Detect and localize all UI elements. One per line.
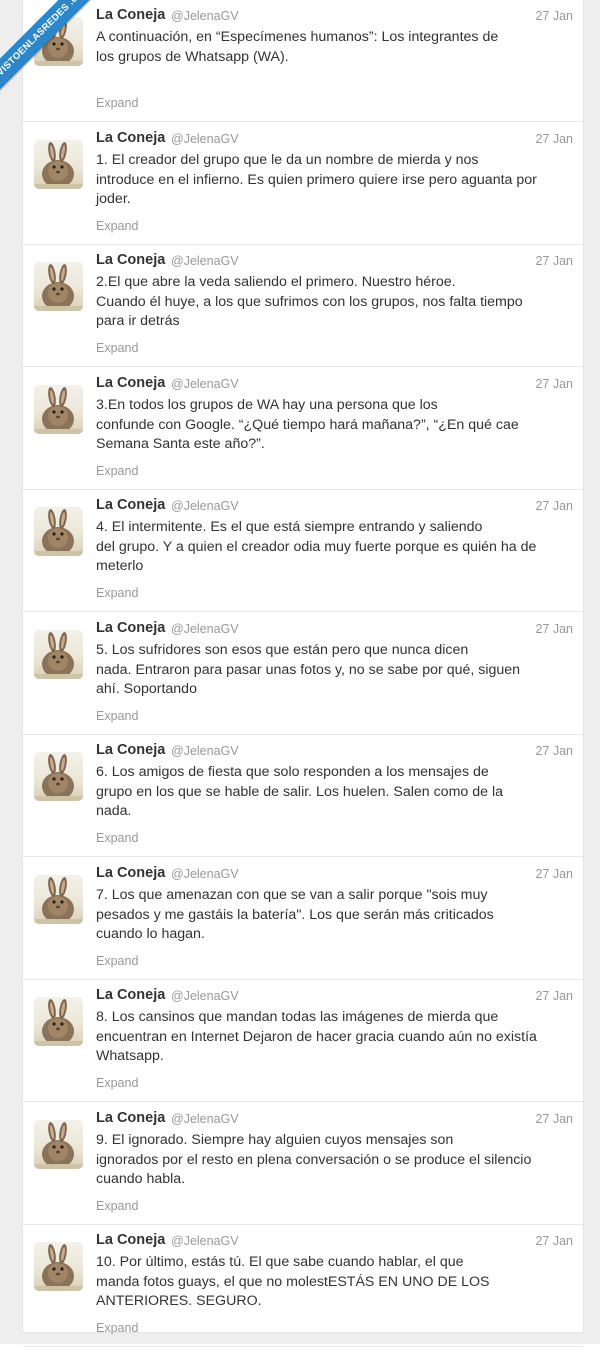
tweet-text: 8. Los cansinos que mandan todas las imá… (96, 1009, 537, 1064)
author-name[interactable]: La Coneja (96, 497, 165, 513)
author-handle[interactable]: @JelenaGV (171, 1112, 239, 1126)
rabbit-avatar-icon (34, 1244, 83, 1291)
tweet-text: 10. Por último, estás tú. El que sabe cu… (96, 1254, 490, 1309)
expand-link[interactable]: Expand (96, 709, 138, 723)
rabbit-avatar-icon (34, 754, 83, 801)
rabbit-avatar-icon (34, 509, 83, 556)
avatar[interactable] (34, 1120, 83, 1169)
avatar[interactable] (34, 997, 83, 1046)
expand-link[interactable]: Expand (96, 954, 138, 968)
expand-link[interactable]: Expand (96, 464, 138, 478)
avatar[interactable] (34, 875, 83, 924)
author-name[interactable]: La Coneja (96, 742, 165, 758)
tweet-timestamp[interactable]: 27 Jan (535, 867, 573, 881)
rabbit-avatar-icon (34, 387, 83, 434)
expand-link[interactable]: Expand (96, 831, 138, 845)
avatar[interactable] (34, 752, 83, 801)
tweet-timestamp[interactable]: 27 Jan (535, 989, 573, 1003)
author-name[interactable]: La Coneja (96, 7, 165, 23)
rabbit-avatar-icon (34, 142, 83, 189)
tweet-text: 2.El que abre la veda saliendo el primer… (96, 274, 523, 329)
tweet-11[interactable]: La Coneja @JelenaGV 27 Jan 10. Por últim… (23, 1225, 583, 1347)
author-handle[interactable]: @JelenaGV (171, 9, 239, 23)
tweet-2[interactable]: La Coneja @JelenaGV 27 Jan 1. El creador… (23, 123, 583, 245)
avatar[interactable] (34, 140, 83, 189)
tweet-4[interactable]: La Coneja @JelenaGV 27 Jan 3.En todos lo… (23, 368, 583, 490)
author-handle[interactable]: @JelenaGV (171, 744, 239, 758)
tweet-timestamp[interactable]: 27 Jan (535, 1112, 573, 1126)
author-handle[interactable]: @JelenaGV (171, 254, 239, 268)
author-handle[interactable]: @JelenaGV (171, 867, 239, 881)
tweet-timestamp[interactable]: 27 Jan (535, 744, 573, 758)
tweet-timeline: La Coneja @JelenaGV 27 Jan A continuació… (22, 0, 584, 1347)
rabbit-avatar-icon (34, 877, 83, 924)
avatar[interactable] (34, 385, 83, 434)
expand-link[interactable]: Expand (96, 1199, 138, 1213)
expand-link[interactable]: Expand (96, 341, 138, 355)
rabbit-avatar-icon (34, 632, 83, 679)
rabbit-avatar-icon (34, 999, 83, 1046)
tweet-timestamp[interactable]: 27 Jan (535, 254, 573, 268)
author-handle[interactable]: @JelenaGV (171, 499, 239, 513)
rabbit-avatar-icon (34, 1122, 83, 1169)
tweet-timestamp[interactable]: 27 Jan (535, 377, 573, 391)
tweet-timestamp[interactable]: 27 Jan (535, 499, 573, 513)
tweet-7[interactable]: La Coneja @JelenaGV 27 Jan 6. Los amigos… (23, 735, 583, 857)
author-name[interactable]: La Coneja (96, 987, 165, 1003)
tweet-timestamp[interactable]: 27 Jan (535, 132, 573, 146)
author-name[interactable]: La Coneja (96, 620, 165, 636)
tweet-text: 3.En todos los grupos de WA hay una pers… (96, 397, 519, 452)
tweet-text: 5. Los sufridores son esos que están per… (96, 642, 521, 697)
expand-link[interactable]: Expand (96, 96, 138, 110)
expand-link[interactable]: Expand (96, 1321, 138, 1335)
expand-link[interactable]: Expand (96, 1076, 138, 1090)
author-handle[interactable]: @JelenaGV (171, 989, 239, 1003)
author-name[interactable]: La Coneja (96, 252, 165, 268)
author-handle[interactable]: @JelenaGV (171, 377, 239, 391)
tweet-1[interactable]: La Coneja @JelenaGV 27 Jan A continuació… (23, 0, 583, 122)
tweet-text: 4. El intermitente. Es el que está siemp… (96, 519, 537, 574)
expand-link[interactable]: Expand (96, 586, 138, 600)
tweet-8[interactable]: La Coneja @JelenaGV 27 Jan 7. Los que am… (23, 858, 583, 980)
avatar[interactable] (34, 507, 83, 556)
author-handle[interactable]: @JelenaGV (171, 132, 239, 146)
author-handle[interactable]: @JelenaGV (171, 1234, 239, 1248)
page: VISTOENLASREDES .com La Coneja @JelenaGV… (0, 0, 600, 1347)
expand-link[interactable]: Expand (96, 219, 138, 233)
tweet-timestamp[interactable]: 27 Jan (535, 1234, 573, 1248)
author-handle[interactable]: @JelenaGV (171, 622, 239, 636)
tweet-9[interactable]: La Coneja @JelenaGV 27 Jan 8. Los cansin… (23, 980, 583, 1102)
author-name[interactable]: La Coneja (96, 1232, 165, 1248)
author-name[interactable]: La Coneja (96, 865, 165, 881)
avatar[interactable] (34, 262, 83, 311)
tweet-text: 6. Los amigos de fiesta que solo respond… (96, 764, 503, 819)
author-name[interactable]: La Coneja (96, 130, 165, 146)
tweet-10[interactable]: La Coneja @JelenaGV 27 Jan 9. El ignorad… (23, 1103, 583, 1225)
rabbit-avatar-icon (34, 264, 83, 311)
avatar[interactable] (34, 1242, 83, 1291)
tweet-5[interactable]: La Coneja @JelenaGV 27 Jan 4. El intermi… (23, 490, 583, 612)
tweet-text: 9. El ignorado. Siempre hay alguien cuyo… (96, 1132, 532, 1187)
tweet-6[interactable]: La Coneja @JelenaGV 27 Jan 5. Los sufrid… (23, 613, 583, 735)
avatar[interactable] (34, 630, 83, 679)
tweet-text: 7. Los que amenazan con que se van a sal… (96, 887, 494, 942)
author-name[interactable]: La Coneja (96, 375, 165, 391)
tweet-text: A continuación, en “Especímenes humanos”… (96, 29, 499, 65)
tweet-timestamp[interactable]: 27 Jan (535, 9, 573, 23)
tweet-text: 1. El creador del grupo que le da un nom… (96, 152, 537, 207)
tweet-timestamp[interactable]: 27 Jan (535, 622, 573, 636)
tweet-3[interactable]: La Coneja @JelenaGV 27 Jan 2.El que abre… (23, 245, 583, 367)
author-name[interactable]: La Coneja (96, 1110, 165, 1126)
